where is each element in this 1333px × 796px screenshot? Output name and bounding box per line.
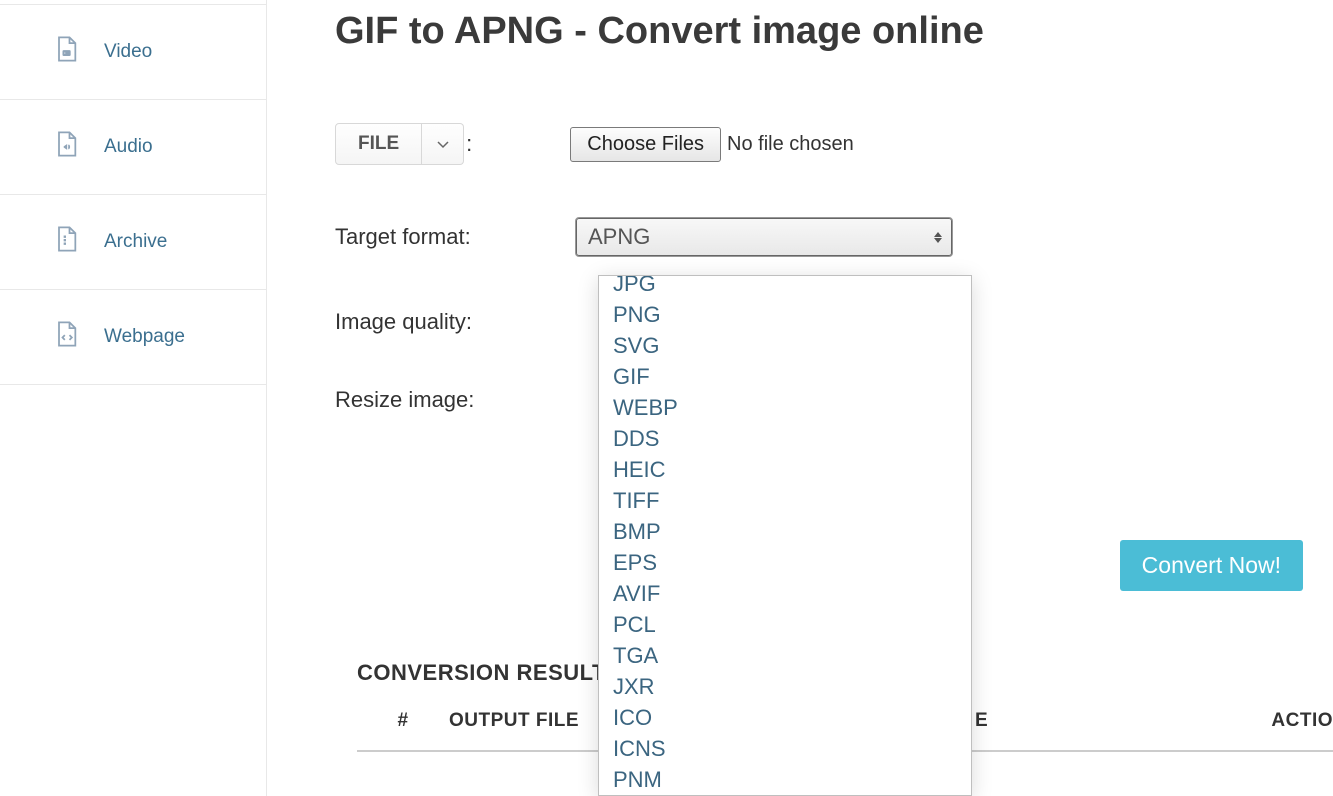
no-file-text: No file chosen (727, 133, 854, 156)
dropdown-option-dds[interactable]: DDS (599, 423, 971, 454)
dropdown-option-webp[interactable]: WEBP (599, 392, 971, 423)
target-format-row: Target format: APNG (335, 217, 1303, 257)
dropdown-option-gif[interactable]: GIF (599, 361, 971, 392)
target-format-dropdown[interactable]: JPGPNGSVGGIFWEBPDDSHEICTIFFBMPEPSAVIFPCL… (598, 275, 972, 796)
col-e: E (975, 710, 1035, 732)
sidebar-item-webpage[interactable]: Webpage (0, 290, 266, 385)
dropdown-option-png[interactable]: PNG (599, 299, 971, 330)
file-archive-icon (52, 225, 80, 259)
sidebar: Video Audio Archive Webpage (0, 0, 267, 796)
dropdown-option-jxr[interactable]: JXR (599, 671, 971, 702)
sidebar-item-label: Webpage (104, 326, 185, 348)
file-audio-icon (52, 130, 80, 164)
file-colon: : (466, 131, 472, 157)
target-format-select[interactable]: APNG (575, 217, 953, 257)
caret-down-icon (437, 137, 449, 152)
convert-now-button[interactable]: Convert Now! (1120, 540, 1303, 591)
file-video-icon (52, 35, 80, 69)
image-quality-label: Image quality: (335, 309, 575, 335)
resize-image-label: Resize image: (335, 387, 575, 413)
file-source-button[interactable]: FILE (335, 123, 422, 165)
file-source-caret[interactable] (422, 123, 464, 165)
choose-files-button[interactable]: Choose Files (570, 127, 721, 162)
dropdown-option-pcl[interactable]: PCL (599, 609, 971, 640)
page-title: GIF to APNG - Convert image online (335, 10, 1303, 53)
sidebar-item-audio[interactable]: Audio (0, 100, 266, 195)
sidebar-item-label: Video (104, 41, 152, 63)
sidebar-item-archive[interactable]: Archive (0, 195, 266, 290)
dropdown-option-pnm[interactable]: PNM (599, 764, 971, 795)
file-source-group: FILE : (335, 123, 474, 165)
target-format-value: APNG (588, 224, 650, 250)
dropdown-option-jpg[interactable]: JPG (599, 275, 971, 299)
sidebar-item-label: Audio (104, 136, 153, 158)
file-row: FILE : Choose Files No file chosen (335, 123, 1303, 165)
dropdown-option-svg[interactable]: SVG (599, 330, 971, 361)
results-heading: CONVERSION RESULTS: (357, 660, 629, 686)
dropdown-option-tiff[interactable]: TIFF (599, 485, 971, 516)
dropdown-option-avif[interactable]: AVIF (599, 578, 971, 609)
col-action: ACTIO (1271, 710, 1333, 732)
sidebar-item-label: Archive (104, 231, 167, 253)
select-arrows-icon (934, 232, 942, 243)
dropdown-option-ico[interactable]: ICO (599, 702, 971, 733)
dropdown-option-eps[interactable]: EPS (599, 547, 971, 578)
col-number: # (357, 710, 449, 732)
sidebar-item-video[interactable]: Video (0, 4, 266, 100)
dropdown-option-heic[interactable]: HEIC (599, 454, 971, 485)
target-format-label: Target format: (335, 224, 575, 250)
file-code-icon (52, 320, 80, 354)
dropdown-option-icns[interactable]: ICNS (599, 733, 971, 764)
dropdown-option-tga[interactable]: TGA (599, 640, 971, 671)
dropdown-option-bmp[interactable]: BMP (599, 516, 971, 547)
